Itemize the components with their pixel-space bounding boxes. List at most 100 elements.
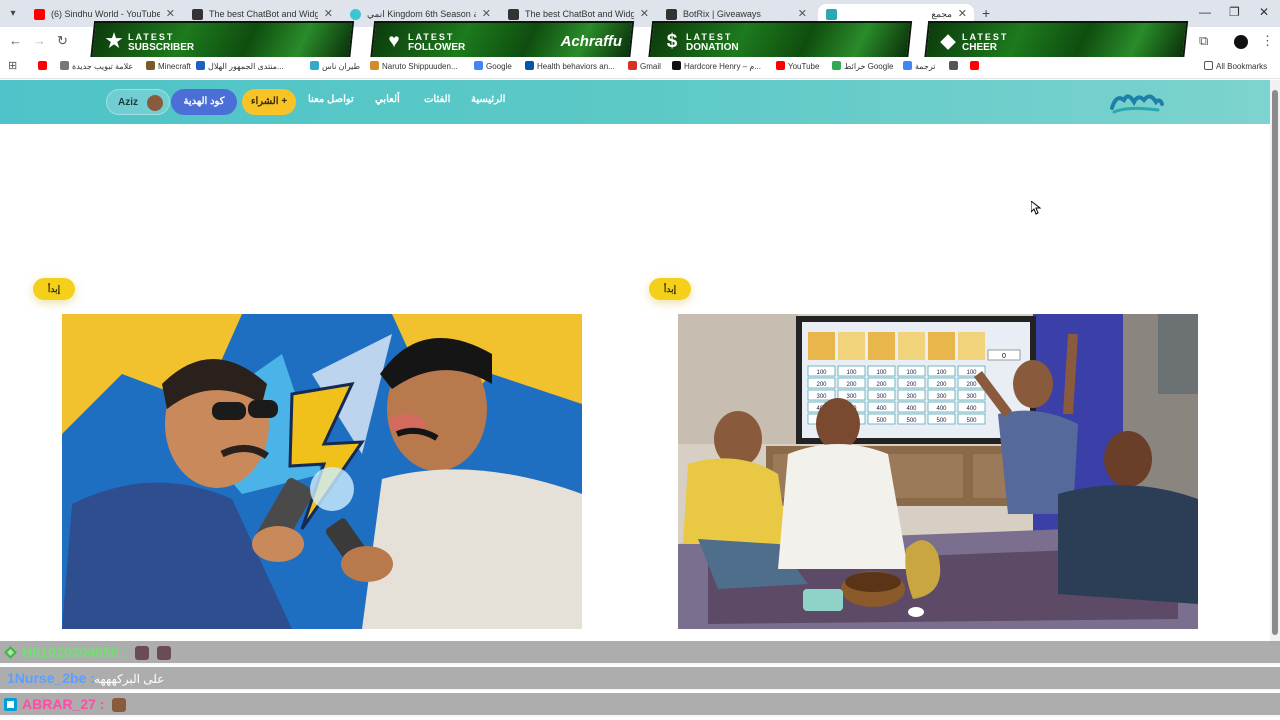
latest-subscriber-banner: ★ LATEST SUBSCRIBER <box>89 21 355 62</box>
bookmark-item[interactable]: Hardcore Henry – م... <box>672 61 761 71</box>
tv-board-value: 400 <box>966 406 977 412</box>
window-close-button[interactable]: ✕ <box>1259 5 1269 19</box>
tv-score: 0 <box>1002 353 1006 360</box>
bookmark-item[interactable]: Gmail <box>628 61 661 71</box>
all-bookmarks-label: All Bookmarks <box>1216 62 1268 71</box>
bookmark-item[interactable] <box>949 61 961 71</box>
tv-board-value: 300 <box>876 394 887 400</box>
tv-board-value: 200 <box>846 382 857 388</box>
all-bookmarks-button[interactable]: All Bookmarks <box>1204 61 1267 71</box>
banner-label: LATEST <box>686 32 733 42</box>
bookmark-item[interactable] <box>38 61 50 71</box>
bookmark-item[interactable]: Google <box>474 61 512 71</box>
reload-icon[interactable]: ↻ <box>57 33 68 49</box>
stream-chat-overlay: Hh1020304050 : 1Nurse_2be : على البركههه… <box>0 641 1280 720</box>
tab-title: BotRix | Giveaways <box>683 9 761 19</box>
bookmark-label: Minecraft <box>158 62 191 71</box>
emote-icon <box>112 698 127 712</box>
start-button-1[interactable]: إبدأ <box>33 278 75 300</box>
bookmark-item[interactable]: Naruto Shippuuden... <box>370 61 458 71</box>
bookmark-label: YouTube <box>788 62 820 71</box>
nav-my-games[interactable]: ألعابي <box>375 94 400 105</box>
maximize-button[interactable]: ❐ <box>1229 5 1240 19</box>
new-tab-button[interactable]: + <box>982 5 990 21</box>
folder-icon <box>1204 61 1213 70</box>
tv-board-value: 100 <box>936 370 947 376</box>
user-menu-button[interactable]: Aziz <box>106 89 170 115</box>
bookmark-label: Health behaviors an... <box>537 62 615 71</box>
tv-board-value: 400 <box>876 406 887 412</box>
bookmark-item[interactable] <box>970 61 982 71</box>
chat-message: ABRAR_27 : <box>0 693 1280 717</box>
mouse-cursor-icon <box>1031 201 1041 215</box>
bookmark-label: Naruto Shippuuden... <box>382 62 458 71</box>
close-icon[interactable]: ✕ <box>640 7 649 20</box>
bookmark-favicon-icon <box>310 61 319 70</box>
site-logo-icon <box>826 9 837 20</box>
bookmark-favicon-icon <box>38 61 47 70</box>
bookmark-item[interactable]: YouTube <box>776 61 819 71</box>
start-button-2[interactable]: إبدأ <box>649 278 691 300</box>
tv-category-tile <box>808 332 835 360</box>
tv-board-value: 200 <box>936 382 947 388</box>
chat-username: Hh1020304050 : <box>22 644 172 660</box>
tv-board-value: 200 <box>876 382 887 388</box>
back-icon[interactable]: ← <box>9 33 22 48</box>
banner-label: LATEST <box>408 32 455 42</box>
bookmark-favicon-icon <box>776 61 785 70</box>
close-icon[interactable]: ✕ <box>166 7 175 20</box>
site-header: Aziz كود الهدية الشراء + تواصل معنا ألعا… <box>0 80 1270 124</box>
bookmarks-bar: ⊞ علامة تبويب جديدة Minecraft منتدى الجمهو… <box>0 57 1280 79</box>
banner-label: LATEST <box>962 32 1009 42</box>
bookmark-favicon-icon <box>525 61 534 70</box>
heart-icon: ♥ <box>388 31 400 52</box>
tv-board-value: 500 <box>936 418 947 424</box>
scrollbar-thumb[interactable] <box>1272 90 1278 635</box>
nav-home[interactable]: الرئيسية <box>471 94 505 105</box>
bookmark-label: خرائط Google <box>844 62 894 71</box>
bookmark-item[interactable]: علامة تبويب جديدة <box>60 61 133 71</box>
close-icon[interactable]: ✕ <box>958 7 967 20</box>
latest-follower-name: Achraffu <box>560 33 622 50</box>
extensions-icon[interactable]: ⧉ <box>1199 33 1208 49</box>
tv-board-value: 300 <box>936 394 947 400</box>
bookmark-item[interactable]: Health behaviors an... <box>525 61 615 71</box>
apps-grid-icon[interactable]: ⊞ <box>8 59 17 72</box>
bookmark-item[interactable]: طيران ناس <box>310 61 360 71</box>
tab-search-button[interactable]: ▾ <box>4 5 22 23</box>
tv-board-value: 500 <box>876 418 887 424</box>
bookmark-item[interactable]: منتدى الجمهور الهلال... <box>196 61 284 71</box>
bookmark-item[interactable]: خرائط Google <box>832 61 893 71</box>
bookmark-label: ترجمة <box>915 62 936 71</box>
nav-contact[interactable]: تواصل معنا <box>308 94 354 105</box>
bookmark-item[interactable]: ترجمة <box>903 61 936 71</box>
close-icon[interactable]: ✕ <box>798 7 807 20</box>
game-night-image[interactable]: 100 100 100 100 100 100 200 200 200 200 200 200 300 3… <box>678 314 1198 629</box>
github-icon <box>508 9 519 20</box>
gift-code-button[interactable]: كود الهدية <box>171 89 237 115</box>
tv-board-value: 100 <box>816 370 827 376</box>
emote-icon <box>135 646 150 660</box>
bookmark-favicon-icon <box>949 61 958 70</box>
bookmark-item[interactable]: Minecraft <box>146 61 191 71</box>
forward-icon[interactable]: → <box>33 33 46 48</box>
tv-board-value: 400 <box>936 406 947 412</box>
bookmark-label: علامة تبويب جديدة <box>72 62 134 71</box>
minimize-button[interactable]: — <box>1199 5 1211 19</box>
tv-board-value: 200 <box>906 382 917 388</box>
close-icon[interactable]: ✕ <box>482 7 491 20</box>
menu-icon[interactable]: ⋮ <box>1261 33 1274 49</box>
tv-board-value: 100 <box>966 370 977 376</box>
close-icon[interactable]: ✕ <box>324 7 333 20</box>
chat-message: Hh1020304050 : <box>0 641 1280 665</box>
bookmark-favicon-icon <box>370 61 379 70</box>
profile-avatar[interactable] <box>1234 35 1248 49</box>
buy-button[interactable]: الشراء + <box>242 89 296 115</box>
diamond-badge-icon <box>4 646 17 659</box>
page-scrollbar[interactable] <box>1270 80 1280 645</box>
vs-game-image[interactable] <box>62 314 582 629</box>
tv-board-value: 100 <box>876 370 887 376</box>
tv-category-tile <box>868 332 895 360</box>
nav-categories[interactable]: الفئات <box>424 94 450 105</box>
site-logo[interactable] <box>1108 88 1164 116</box>
